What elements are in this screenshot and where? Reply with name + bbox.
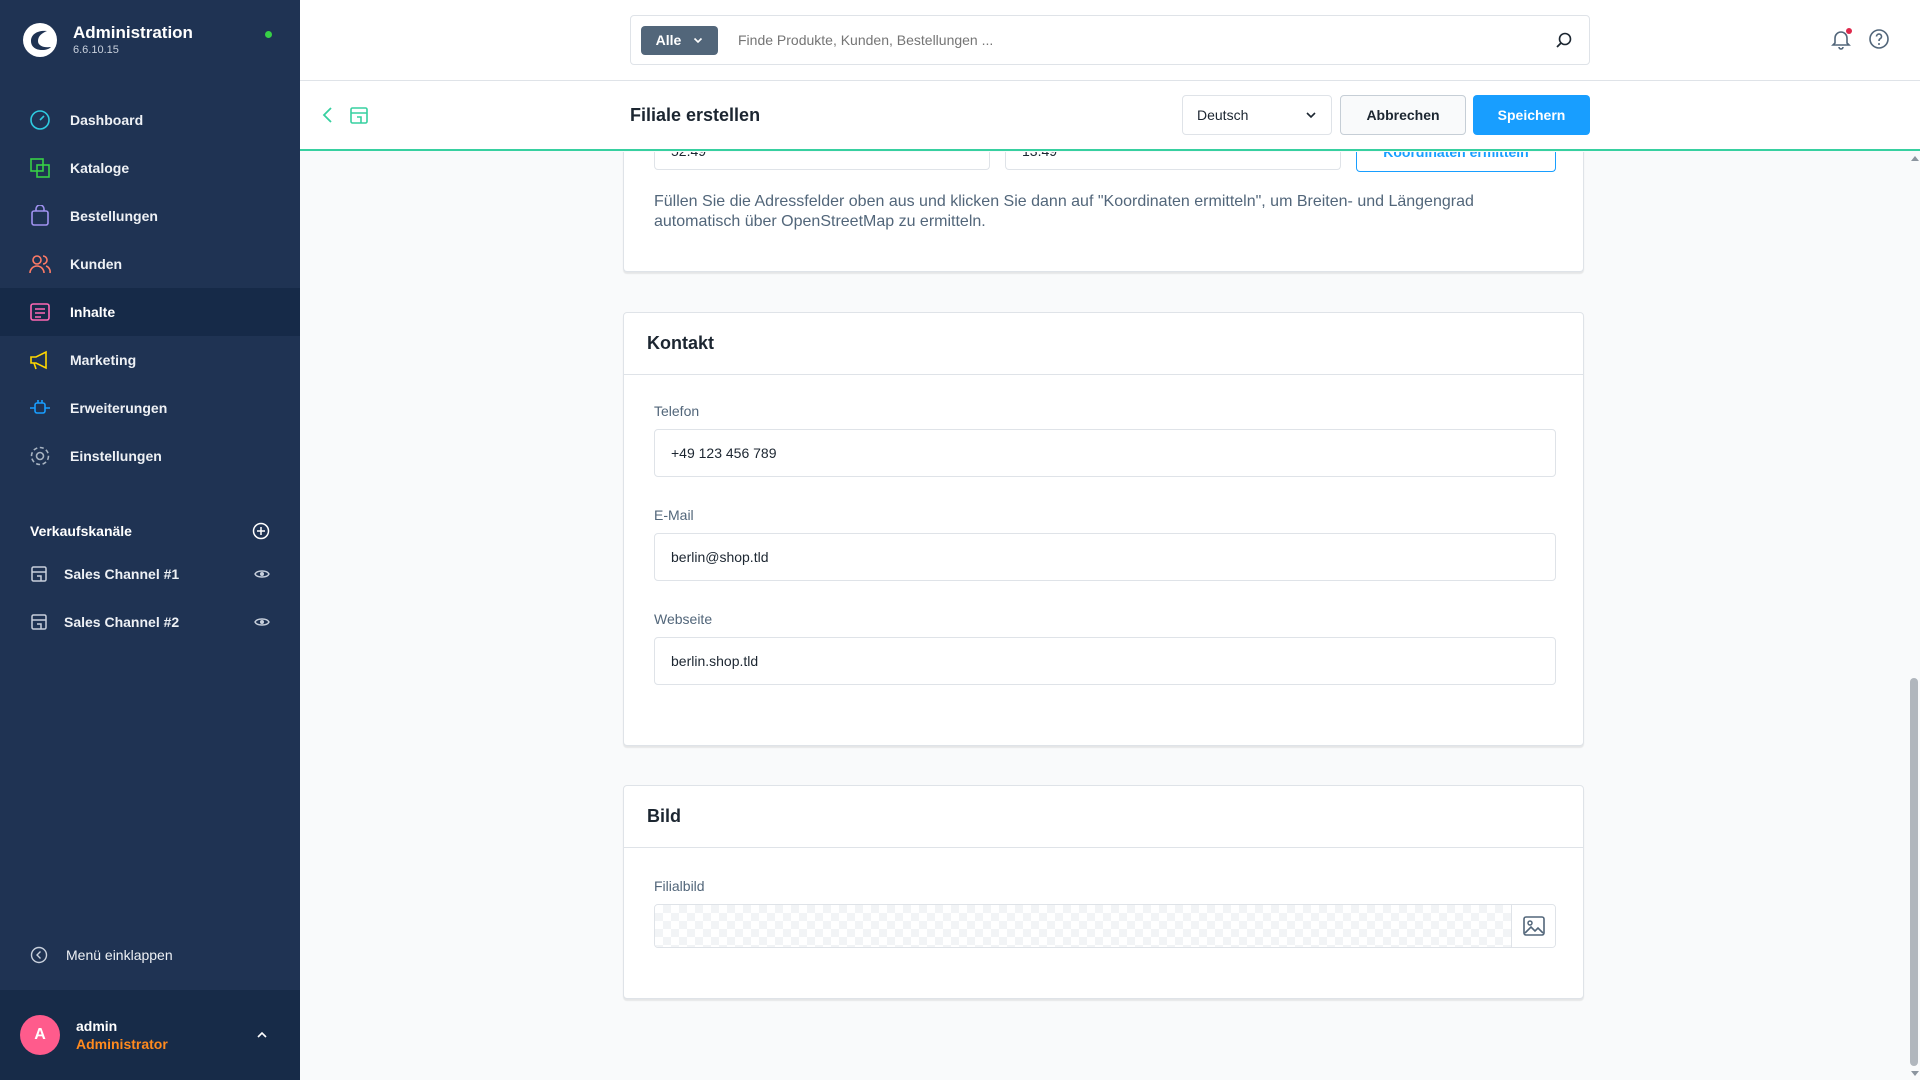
get-coordinates-button[interactable]: Koordinaten ermitteln xyxy=(1356,152,1556,172)
notification-dot xyxy=(1846,28,1852,34)
sales-channels-title: Verkaufskanäle xyxy=(30,523,132,539)
catalog-icon xyxy=(30,158,50,178)
chevron-left-circle-icon xyxy=(30,946,48,964)
smart-bar: Filiale erstellen Deutsch Abbrechen Spei… xyxy=(300,81,1920,151)
nav-item-content[interactable]: Inhalte xyxy=(0,288,300,336)
shopware-logo-icon xyxy=(23,23,57,57)
nav-label: Kunden xyxy=(70,256,123,272)
megaphone-icon xyxy=(30,350,47,370)
nav-label: Dashboard xyxy=(70,112,144,128)
brand-version: 6.6.10.15 xyxy=(73,44,119,56)
brand[interactable]: Administration 6.6.10.15 xyxy=(22,22,193,58)
chevron-down-icon xyxy=(694,37,703,44)
contact-card: Kontakt Telefon +49 123 456 789 E-Mail b… xyxy=(623,312,1584,746)
storefront-icon xyxy=(350,107,368,124)
store-image-upload[interactable] xyxy=(654,904,1556,948)
open-media-button[interactable] xyxy=(1511,905,1555,947)
nav-label: Kataloge xyxy=(70,160,130,176)
longitude-input[interactable]: 13.49 xyxy=(1005,152,1341,170)
plug-icon xyxy=(30,400,50,414)
image-icon xyxy=(1522,916,1545,936)
content-icon xyxy=(30,303,50,321)
website-input[interactable]: berlin.shop.tld xyxy=(654,637,1556,685)
add-circle-icon[interactable] xyxy=(252,522,270,540)
location-card: 52.49 13.49 Koordinaten ermitteln Füllen… xyxy=(623,152,1584,272)
nav-label: Einstellungen xyxy=(70,448,162,464)
collapse-menu-label: Menü einklappen xyxy=(66,947,173,963)
storefront-icon xyxy=(31,614,47,630)
help-icon[interactable] xyxy=(1868,28,1890,50)
image-card-title: Bild xyxy=(624,786,1583,848)
scrollbar[interactable] xyxy=(1908,152,1920,1080)
chevron-left-icon[interactable] xyxy=(320,106,336,124)
user-name: admin xyxy=(76,1018,118,1034)
dashboard-icon xyxy=(30,110,50,130)
coordinates-help-text: Füllen Sie die Adressfelder oben aus und… xyxy=(654,193,1474,230)
search-icon[interactable] xyxy=(1555,31,1573,49)
sidebar: Administration 6.6.10.15 Dashboard Katal… xyxy=(0,0,300,1080)
cancel-button[interactable]: Abbrechen xyxy=(1340,95,1466,135)
storefront-icon xyxy=(31,566,47,582)
save-button[interactable]: Speichern xyxy=(1473,95,1590,135)
gear-icon xyxy=(30,446,50,466)
sales-channel-label: Sales Channel #1 xyxy=(64,566,180,582)
brand-title: Administration xyxy=(73,23,193,42)
latitude-input[interactable]: 52.49 xyxy=(654,152,990,170)
sales-channel-list: Sales Channel #1 Sales Channel #2 xyxy=(0,550,300,646)
nav-label: Bestellungen xyxy=(70,208,158,224)
language-label: Deutsch xyxy=(1197,107,1249,123)
search-input[interactable] xyxy=(736,31,1555,49)
phone-label: Telefon xyxy=(654,403,700,419)
sales-channel-item[interactable]: Sales Channel #1 xyxy=(0,550,300,598)
scroll-down-arrow[interactable] xyxy=(1911,1071,1919,1076)
nav-item-catalog[interactable]: Kataloge xyxy=(0,144,300,192)
nav-item-orders[interactable]: Bestellungen xyxy=(0,192,300,240)
user-role: Administrator xyxy=(76,1036,168,1052)
status-dot xyxy=(265,31,272,38)
nav-item-extensions[interactable]: Erweiterungen xyxy=(0,384,300,432)
page-title: Filiale erstellen xyxy=(630,105,761,125)
nav-label: Inhalte xyxy=(70,304,116,320)
sales-channel-label: Sales Channel #2 xyxy=(64,614,180,630)
top-icons xyxy=(1830,28,1890,50)
collapse-menu-button[interactable]: Menü einklappen xyxy=(30,946,173,964)
shopping-bag-icon xyxy=(31,205,49,226)
nav-item-marketing[interactable]: Marketing xyxy=(0,336,300,384)
scroll-thumb[interactable] xyxy=(1910,678,1918,1066)
store-image-label: Filialbild xyxy=(654,878,705,894)
notifications-button[interactable] xyxy=(1830,28,1852,50)
chevron-down-icon xyxy=(1306,112,1316,119)
avatar: A xyxy=(20,1015,60,1055)
email-label: E-Mail xyxy=(654,507,694,523)
sales-channels-header: Verkaufskanäle xyxy=(30,520,270,542)
sales-channel-item[interactable]: Sales Channel #2 xyxy=(0,598,300,646)
language-select[interactable]: Deutsch xyxy=(1182,95,1332,135)
chevron-up-icon xyxy=(257,1031,267,1038)
users-icon xyxy=(29,255,51,274)
main-nav: Dashboard Kataloge Bestellungen Kunden I… xyxy=(0,96,300,480)
nav-label: Erweiterungen xyxy=(70,400,168,416)
eye-icon[interactable] xyxy=(254,566,270,582)
global-search: Alle xyxy=(630,15,1590,65)
eye-icon[interactable] xyxy=(254,614,270,630)
top-bar: Alle xyxy=(300,0,1920,81)
search-type-select[interactable]: Alle xyxy=(641,25,718,55)
image-card: Bild Filialbild xyxy=(623,785,1584,999)
nav-label: Marketing xyxy=(70,352,137,368)
content-area: 52.49 13.49 Koordinaten ermitteln Füllen… xyxy=(300,152,1908,1080)
user-menu[interactable]: A admin Administrator xyxy=(0,990,300,1080)
scroll-up-arrow[interactable] xyxy=(1911,156,1919,161)
search-type-label: Alle xyxy=(655,32,682,48)
image-preview[interactable] xyxy=(655,905,1511,947)
email-input[interactable]: berlin@shop.tld xyxy=(654,533,1556,581)
phone-input[interactable]: +49 123 456 789 xyxy=(654,429,1556,477)
nav-item-dashboard[interactable]: Dashboard xyxy=(0,96,300,144)
website-label: Webseite xyxy=(654,611,713,627)
contact-card-title: Kontakt xyxy=(624,313,1583,375)
nav-item-customers[interactable]: Kunden xyxy=(0,240,300,288)
nav-item-settings[interactable]: Einstellungen xyxy=(0,432,300,480)
